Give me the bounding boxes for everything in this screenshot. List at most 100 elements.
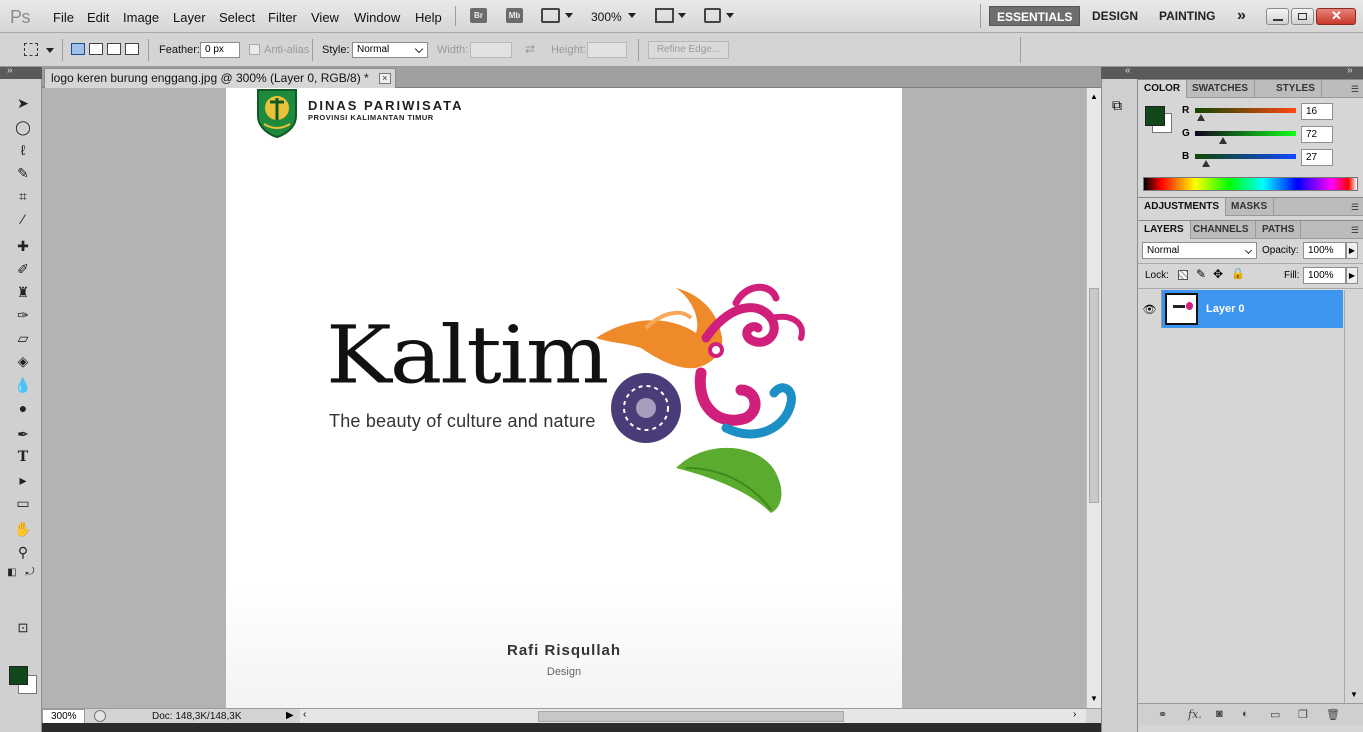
tab-adjustments[interactable]: ADJUSTMENTS xyxy=(1138,198,1227,216)
layer-visibility-eye-icon[interactable]: 👁 xyxy=(1138,290,1162,328)
menu-help[interactable]: Help xyxy=(415,10,442,25)
panel-menu-icon[interactable]: ☰ xyxy=(1351,202,1359,213)
red-slider-knob[interactable] xyxy=(1197,114,1206,121)
scroll-down-icon[interactable]: ▼ xyxy=(1090,694,1098,703)
chevron-down-icon[interactable] xyxy=(628,13,636,18)
horizontal-scroll-thumb[interactable] xyxy=(538,711,844,722)
menu-edit[interactable]: Edit xyxy=(87,10,109,25)
lasso-tool-icon[interactable]: ℓ xyxy=(13,140,33,160)
blue-slider[interactable] xyxy=(1195,154,1296,159)
menu-select[interactable]: Select xyxy=(219,10,255,25)
vertical-scrollbar[interactable]: ▲ ▼ xyxy=(1086,88,1101,708)
move-tool-icon[interactable]: ➤ xyxy=(13,93,33,113)
feather-input[interactable]: 0 px xyxy=(200,42,240,58)
red-value-input[interactable]: 16 xyxy=(1301,103,1333,120)
height-input[interactable] xyxy=(587,42,627,58)
arrange-documents-icon[interactable] xyxy=(655,8,674,23)
path-selection-tool-icon[interactable]: ▸ xyxy=(13,470,33,490)
chevron-down-icon[interactable] xyxy=(726,13,734,18)
chevron-down-icon[interactable] xyxy=(565,13,573,18)
paint-bucket-tool-icon[interactable]: ◈ xyxy=(13,351,33,371)
refine-edge-button[interactable]: Refine Edge... xyxy=(648,41,729,59)
subtract-from-selection-icon[interactable] xyxy=(107,43,121,55)
lock-transparency-icon[interactable] xyxy=(1178,270,1188,280)
crop-tool-icon[interactable]: ⌗ xyxy=(13,186,33,206)
panel-menu-icon[interactable]: ☰ xyxy=(1351,225,1359,236)
lock-pixels-icon[interactable]: ✎ xyxy=(1196,267,1206,281)
scroll-down-icon[interactable]: ▼ xyxy=(1350,690,1358,699)
dodge-tool-icon[interactable]: ● xyxy=(13,398,33,418)
marquee-tool-preset-icon[interactable] xyxy=(24,43,38,56)
red-slider[interactable] xyxy=(1195,108,1296,113)
quick-mask-icon[interactable]: ⊡ xyxy=(13,618,33,638)
vertical-scroll-thumb[interactable] xyxy=(1089,288,1099,503)
tab-styles[interactable]: STYLES xyxy=(1270,80,1322,98)
workspace-design-button[interactable]: DESIGN xyxy=(1085,6,1145,26)
zoom-tool-icon[interactable]: ⚲ xyxy=(13,542,33,562)
add-to-selection-icon[interactable] xyxy=(89,43,103,55)
scroll-right-icon[interactable]: › xyxy=(1073,709,1076,720)
tab-channels[interactable]: CHANNELS xyxy=(1187,221,1256,239)
lock-position-icon[interactable]: ✥ xyxy=(1213,267,1223,281)
document-tab[interactable]: logo keren burung enggang.jpg @ 300% (La… xyxy=(44,68,396,88)
layer-name[interactable]: Layer 0 xyxy=(1206,303,1245,315)
scroll-left-icon[interactable]: ‹ xyxy=(303,709,306,720)
menu-window[interactable]: Window xyxy=(354,10,400,25)
opacity-arrow-icon[interactable]: ▶ xyxy=(1346,242,1358,259)
tab-color[interactable]: COLOR xyxy=(1138,80,1188,98)
tab-swatches[interactable]: SWATCHES xyxy=(1186,80,1255,98)
rectangle-tool-icon[interactable]: ▭ xyxy=(13,493,33,513)
minibridge-button[interactable]: Mb xyxy=(506,8,523,23)
style-select[interactable]: Normal xyxy=(352,42,428,58)
eraser-tool-icon[interactable]: ▱ xyxy=(13,328,33,348)
color-panel-foreground-swatch[interactable] xyxy=(1145,106,1165,126)
adjustment-layer-icon[interactable]: ◐ xyxy=(1242,708,1249,720)
foreground-color-swatch[interactable] xyxy=(9,666,28,685)
history-panel-icon[interactable]: ⧉ xyxy=(1112,97,1122,114)
zoom-field[interactable]: 300% xyxy=(42,709,85,724)
new-group-icon[interactable]: ▭ xyxy=(1270,708,1280,721)
new-selection-icon[interactable] xyxy=(71,43,85,55)
intersect-selection-icon[interactable] xyxy=(125,43,139,55)
default-colors-icon[interactable]: ◧ xyxy=(6,566,18,578)
menu-layer[interactable]: Layer xyxy=(173,10,206,25)
eyedropper-tool-icon[interactable]: ⁄ xyxy=(13,209,33,229)
fill-arrow-icon[interactable]: ▶ xyxy=(1346,267,1358,284)
layer-row[interactable]: 👁 Layer 0 xyxy=(1138,290,1343,328)
close-tab-icon[interactable]: × xyxy=(378,73,391,84)
brush-tool-icon[interactable]: ✐ xyxy=(13,259,33,279)
blue-slider-knob[interactable] xyxy=(1201,160,1210,167)
quick-selection-tool-icon[interactable]: ✎ xyxy=(13,163,33,183)
green-value-input[interactable]: 72 xyxy=(1301,126,1333,143)
width-input[interactable] xyxy=(470,42,512,58)
blue-value-input[interactable]: 27 xyxy=(1301,149,1333,166)
tab-paths[interactable]: PATHS xyxy=(1256,221,1302,239)
swap-colors-icon[interactable]: ⤾ xyxy=(24,566,36,578)
minimize-button[interactable] xyxy=(1266,8,1289,25)
pen-tool-icon[interactable]: ✒ xyxy=(13,424,33,444)
antialias-checkbox[interactable] xyxy=(249,44,260,55)
green-slider[interactable] xyxy=(1195,131,1296,136)
screen-mode-icon[interactable] xyxy=(704,8,721,23)
new-layer-icon[interactable]: ❐ xyxy=(1298,708,1308,721)
blur-tool-icon[interactable]: 💧 xyxy=(13,375,33,395)
workspace-painting-button[interactable]: PAINTING xyxy=(1152,6,1222,26)
image-canvas[interactable]: DINAS PARIWISATA PROVINSI KALIMANTAN TIM… xyxy=(226,88,902,708)
link-layers-icon[interactable]: ⚭ xyxy=(1158,708,1167,721)
menu-image[interactable]: Image xyxy=(123,10,159,25)
panel-dock-collapse-bar[interactable]: « » xyxy=(1101,65,1363,79)
horizontal-scrollbar[interactable]: ‹ › xyxy=(300,709,1086,724)
marquee-tool-icon[interactable]: ◯ xyxy=(13,117,33,137)
clone-stamp-tool-icon[interactable]: ♜ xyxy=(13,282,33,302)
workspace-essentials-button[interactable]: ESSENTIALS xyxy=(989,6,1081,26)
panel-menu-icon[interactable]: ☰ xyxy=(1351,84,1359,95)
tab-masks[interactable]: MASKS xyxy=(1225,198,1275,216)
more-workspaces-icon[interactable]: » xyxy=(1230,6,1253,26)
menu-file[interactable]: File xyxy=(53,10,74,25)
type-tool-icon[interactable]: T xyxy=(13,447,33,467)
opacity-input[interactable]: 100% xyxy=(1303,242,1346,259)
healing-brush-tool-icon[interactable]: ✚ xyxy=(13,236,33,256)
lock-all-icon[interactable]: 🔒 xyxy=(1231,267,1245,280)
menu-view[interactable]: View xyxy=(311,10,339,25)
menu-filter[interactable]: Filter xyxy=(268,10,297,25)
